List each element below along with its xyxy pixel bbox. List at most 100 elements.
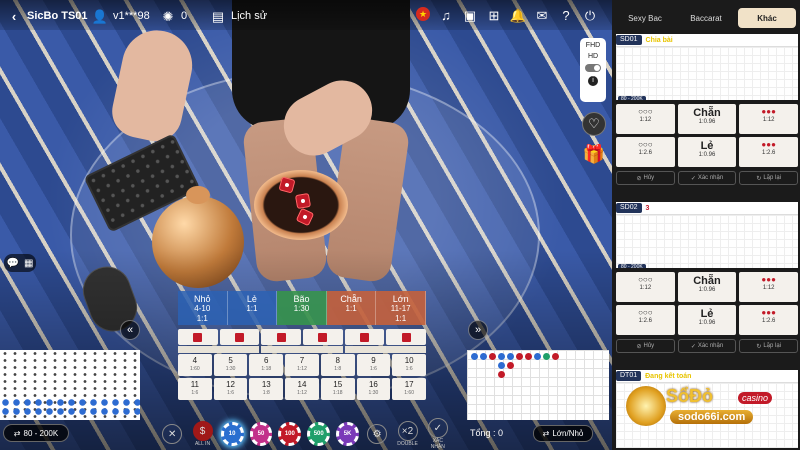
chip-500[interactable]: 500 [307, 422, 331, 446]
music-icon[interactable]: ♫ [438, 7, 454, 23]
chat-button[interactable]: 💬 ▦ [4, 254, 36, 272]
top-bar: ‹ SicBo TS01 👤 v1***98 ✺ 0 ▤ Lịch sử ★ ♫… [0, 0, 612, 30]
top-icons: ★ ♫ ▣ ⊞ 🔔 ✉ ? ⏻ [416, 7, 598, 23]
confirm-button[interactable]: ✓ XÁC NHẬN [426, 418, 450, 450]
chip-50[interactable]: 50 [249, 422, 273, 446]
gift-icon[interactable]: 🎁 [582, 142, 606, 166]
road-dot [471, 353, 478, 360]
room-status: Chia bài [645, 36, 673, 44]
repeat-button[interactable]: ↻ Lặp lại [739, 171, 799, 185]
sum-bet[interactable]: 16 1:30 [356, 378, 391, 400]
layout-icon[interactable]: ⊞ [486, 7, 502, 23]
sum-bet[interactable]: 15 1:18 [320, 378, 355, 400]
sum-bet[interactable]: 4 1:60 [178, 354, 212, 376]
sum-bet[interactable]: 12 1:6 [213, 378, 248, 400]
bet-small[interactable]: Nhỏ 4-10 1:1 [178, 291, 228, 325]
room-bet[interactable]: ○○○ 1:12 [616, 104, 675, 134]
help-icon[interactable]: ? [558, 7, 574, 23]
confirm-label: XÁC NHẬN [430, 438, 445, 450]
sum-bet[interactable]: 8 1:8 [320, 354, 355, 376]
tab-other[interactable]: Khác [738, 8, 796, 28]
cancel-button[interactable]: ⊘ Hủy [616, 339, 675, 353]
bet-even[interactable]: Chẵn 1:1 [326, 291, 377, 325]
clear-button[interactable]: ✕ [160, 424, 184, 444]
mail-icon[interactable]: ✉ [534, 7, 550, 23]
tab-baccarat[interactable]: Baccarat [677, 8, 735, 28]
all-in-button[interactable]: $ ALL IN [190, 421, 214, 447]
room-bet[interactable]: ●●● 1:12 [739, 272, 798, 302]
sum-bet[interactable]: 7 1:12 [285, 354, 319, 376]
room-actions: ⊘ Hủy ✓ Xác nhận ↻ Lặp lại [616, 339, 799, 353]
flag-icon[interactable]: ★ [416, 7, 430, 21]
info-icon[interactable]: i [588, 76, 598, 86]
sum-bet[interactable]: 14 1:12 [285, 378, 319, 400]
room-bet-odd[interactable]: Lẻ 1:0.96 [677, 305, 737, 335]
room-bet-even[interactable]: Chẵn 1:0.96 [677, 272, 737, 302]
dice-bet-5[interactable] [344, 329, 385, 345]
room-bet[interactable]: ○○○ 1:2.6 [616, 137, 675, 167]
swap-icon: ⇄ [13, 428, 21, 438]
dice-bet-4[interactable] [303, 329, 343, 345]
history-label: Lịch sử [231, 10, 268, 22]
hd-option[interactable]: HD [580, 53, 606, 60]
fhd-option[interactable]: FHD [580, 42, 606, 49]
triple-dice-bets [178, 329, 427, 345]
sum-bet[interactable]: 17 1:60 [392, 378, 426, 400]
confirm-room-button[interactable]: ✓ Xác nhận [677, 339, 737, 353]
video-icon[interactable]: ▣ [462, 7, 478, 23]
room-bet[interactable]: ○○○ 1:2.6 [616, 305, 675, 335]
bet-odd[interactable]: Lẻ 1:1 [227, 291, 278, 325]
sum-bet[interactable]: 9 1:6 [356, 354, 391, 376]
gear-icon: ⚙ [367, 424, 388, 444]
chip-settings-button[interactable]: ⚙ [365, 424, 389, 444]
room-header: DT01 Đang kết toán [616, 370, 798, 382]
room-bet[interactable]: ○○○ 1:12 [616, 272, 675, 302]
bet-triple[interactable]: Bão 1:30 [277, 291, 327, 325]
room-bet-even[interactable]: Chẵn 1:0.96 [677, 104, 737, 134]
double-button[interactable]: ×2 DOUBLE [395, 421, 419, 447]
power-icon[interactable]: ⏻ [582, 7, 598, 23]
room-id: SD01 [616, 35, 642, 45]
bell-icon[interactable]: 🔔 [510, 7, 526, 23]
coin-icon: ✺ [162, 8, 174, 24]
sum-bet[interactable]: 5 1:30 [213, 354, 248, 376]
expand-right-button[interactable]: » [468, 320, 488, 340]
dice-bet-2[interactable] [219, 329, 260, 345]
back-button[interactable]: ‹ SicBo TS01 [6, 8, 88, 24]
logo-emblem-icon [626, 386, 666, 426]
collapse-left-button[interactable]: « [120, 320, 140, 340]
bet-limit-button[interactable]: ⇄ 80 - 200K [3, 424, 69, 442]
bet-odds: 1:30 [293, 304, 310, 313]
sum-bet[interactable]: 10 1:6 [392, 354, 426, 376]
room-bet-odd[interactable]: Lẻ 1:0.96 [677, 137, 737, 167]
road-dot [480, 353, 487, 360]
bet-big[interactable]: Lớn 11-17 1:1 [376, 291, 426, 325]
swap-icon: ⇄ [542, 429, 550, 438]
dice-bet-6[interactable] [386, 329, 427, 345]
dice-bet-1[interactable] [178, 329, 218, 345]
sum-bet[interactable]: 11 1:6 [178, 378, 212, 400]
big-small-toggle[interactable]: ⇄ Lớn/Nhỏ [533, 425, 593, 442]
room-bet[interactable]: ●●● 1:2.6 [739, 137, 798, 167]
chip-5k[interactable]: 5K [336, 422, 359, 446]
dome-knob [186, 186, 210, 204]
room-road: 80 - 200K [616, 214, 798, 272]
room-bet[interactable]: ●●● 1:2.6 [739, 305, 798, 335]
cancel-button[interactable]: ⊘ Hủy [616, 171, 675, 185]
chip-100[interactable]: 100 [278, 422, 302, 446]
dice-bet-3[interactable] [261, 329, 302, 345]
tab-sexy-bac[interactable]: Sexy Bac [616, 8, 674, 28]
room-bet[interactable]: ●●● 1:12 [739, 104, 798, 134]
lobby-tabs: Sexy Bac Baccarat Khác [612, 0, 800, 34]
main-bet-board: Nhỏ 4-10 1:1 Lẻ 1:1 Bão 1:30 Chẵn 1:1 Lớ… [178, 291, 426, 325]
balance: ✺ 0 [160, 8, 188, 24]
sum-bet[interactable]: 13 1:8 [249, 378, 284, 400]
video-toggle[interactable] [585, 64, 601, 72]
history-button[interactable]: ▤ Lịch sử [210, 8, 267, 24]
chip-10[interactable]: 10 [220, 422, 244, 446]
favorite-heart-icon[interactable]: ♡ [582, 112, 606, 136]
double-label: DOUBLE [397, 441, 418, 447]
sum-bet[interactable]: 6 1:18 [249, 354, 284, 376]
confirm-room-button[interactable]: ✓ Xác nhận [677, 171, 737, 185]
repeat-button[interactable]: ↻ Lặp lại [739, 339, 799, 353]
